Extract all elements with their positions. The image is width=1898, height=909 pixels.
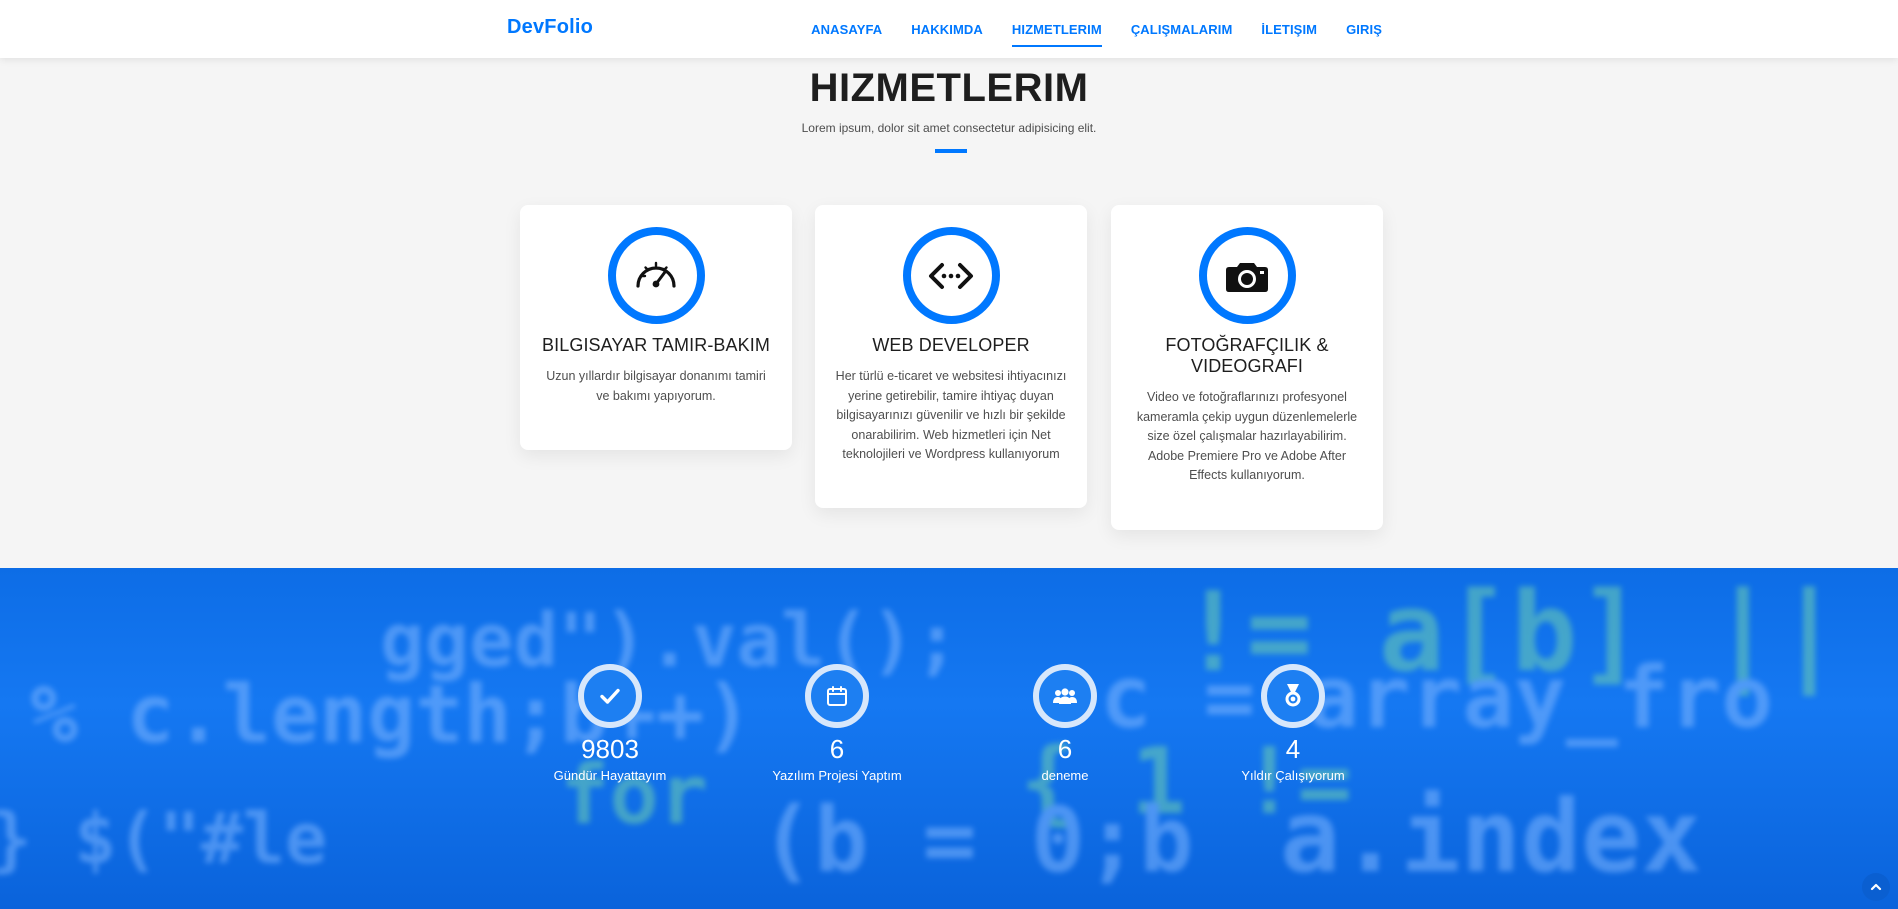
counter-value: 4 [1285,734,1301,764]
counter-value: 6 [829,734,845,764]
nav-link-anasayfa[interactable]: ANASAYFA [811,16,882,43]
card-text: Video ve fotoğraflarınızı profesyonel ka… [1136,390,1358,482]
checkmark-icon [578,664,642,728]
counter-value: 9803 [581,734,639,764]
card-text: Uzun yıllardır bilgisayar donanımı tamir… [546,369,766,403]
chevron-up-icon [1870,883,1882,891]
camera-icon [1198,227,1296,324]
nav-links: ANASAYFA HAKKIMDA HIZMETLERIM ÇALIŞMALAR… [782,0,1382,58]
card-title: WEB DEVELOPER [872,335,1030,355]
counter-item: 6 Yazılım Projesi Yaptım [737,664,937,783]
code-icon [902,227,1000,324]
service-card: FOTOĞRAFÇILIK & VIDEOGRAFI Video ve foto… [1111,205,1383,530]
back-to-top-button[interactable] [1862,873,1890,901]
medal-icon [1261,664,1325,728]
speedometer-icon [607,227,705,324]
counter-label: Yıldır Çalışıyorum [1241,768,1345,783]
counter-value: 6 [1057,734,1073,764]
people-icon [1033,664,1097,728]
card-title: BILGISAYAR TAMIR-BAKIM [542,335,770,355]
calendar-icon [805,664,869,728]
counter-item: 6 deneme [965,664,1165,783]
counter-label: Gündür Hayattayım [553,768,667,783]
navbar: DevFolio ANASAYFA HAKKIMDA HIZMETLERIM Ç… [0,0,1898,58]
section-title: HIZMETLERIM [809,66,1089,110]
nav-link-hizmetlerim[interactable]: HIZMETLERIM [1011,16,1102,47]
counter-item: 4 Yıldır Çalışıyorum [1193,664,1393,783]
title-underline [935,149,967,153]
brand-logo[interactable]: DevFolio [507,16,593,39]
nav-link-iletisim[interactable]: İLETIŞIM [1261,16,1317,43]
code-background-image: gged").val(); != a[b] || % c.length;b++)… [0,568,1843,895]
section-subtitle: Lorem ipsum, dolor sit amet consectetur … [801,121,1097,135]
service-card: BILGISAYAR TAMIR-BAKIM Uzun yıllardır bi… [520,205,792,450]
services-section: HIZMETLERIM Lorem ipsum, dolor sit amet … [0,58,1898,568]
service-card: WEB DEVELOPER Her türlü e-ticaret ve web… [815,205,1087,508]
counter-item: 9803 Gündür Hayattayım [510,664,710,783]
card-title: FOTOĞRAFÇILIK & VIDEOGRAFI [1165,335,1329,376]
nav-link-hakkimda[interactable]: HAKKIMDA [911,16,983,43]
counters-section: gged").val(); != a[b] || % c.length;b++)… [0,568,1898,909]
counter-label: deneme [1041,768,1089,783]
nav-link-giris[interactable]: GIRIŞ [1346,16,1382,43]
counter-label: Yazılım Projesi Yaptım [772,768,902,783]
card-text: Her türlü e-ticaret ve websitesi ihtiyac… [835,369,1067,461]
nav-link-calismalarim[interactable]: ÇALIŞMALARIM [1131,16,1233,43]
